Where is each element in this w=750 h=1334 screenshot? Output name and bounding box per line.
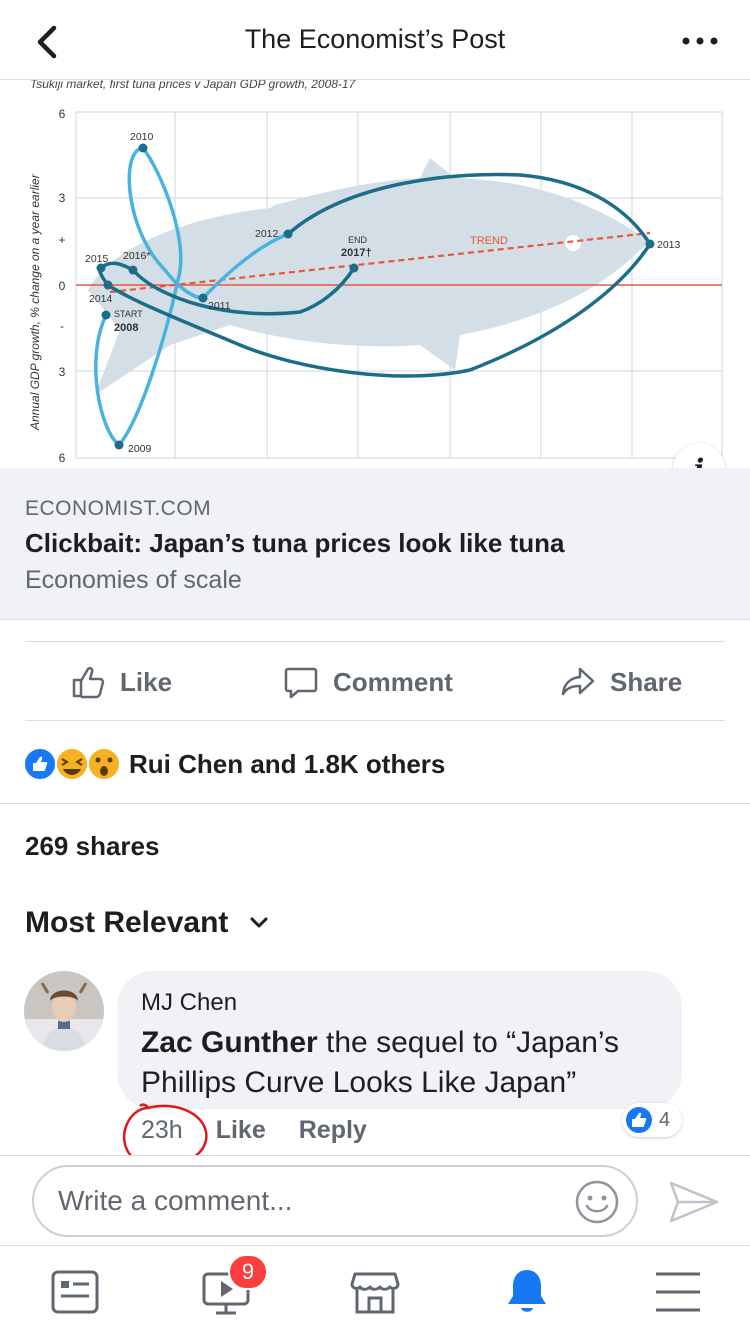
- marketplace-icon[interactable]: [345, 1264, 405, 1320]
- menu-icon[interactable]: [648, 1264, 708, 1320]
- y-tick: 6: [59, 451, 66, 465]
- send-icon[interactable]: [668, 1180, 720, 1224]
- emoji-icon[interactable]: [574, 1179, 620, 1225]
- link-subtitle: Economies of scale: [25, 566, 242, 594]
- share-arrow-icon: [561, 667, 595, 696]
- label-2011: 2011: [208, 300, 231, 312]
- post-actions: Like Comment Share: [25, 641, 725, 721]
- y-tick: +: [58, 233, 65, 247]
- news-feed-icon[interactable]: [45, 1264, 105, 1320]
- label-start: START: [114, 309, 143, 319]
- y-tick: 3: [59, 365, 66, 379]
- link-preview[interactable]: ECONOMIST.COM Clickbait: Japan’s tuna pr…: [0, 468, 750, 620]
- avatar[interactable]: [24, 971, 104, 1051]
- trend-label: TREND: [470, 235, 508, 247]
- comment-reply-button[interactable]: Reply: [299, 1116, 367, 1145]
- comment-input[interactable]: Write a comment...: [32, 1165, 638, 1237]
- label-2009: 2009: [128, 443, 152, 455]
- comment-icon: [284, 667, 318, 699]
- link-domain: ECONOMIST.COM: [25, 497, 212, 520]
- link-headline: Clickbait: Japan’s tuna prices look like…: [25, 528, 565, 558]
- comment-sort-dropdown[interactable]: Most Relevant: [25, 906, 268, 940]
- comment-placeholder: Write a comment...: [58, 1185, 293, 1216]
- label-2014: 2014: [89, 293, 113, 305]
- comment-button[interactable]: Comment: [283, 642, 453, 722]
- chart-caption: Tsukiji market, first tuna prices v Japa…: [30, 80, 357, 91]
- share-button[interactable]: Share: [560, 642, 682, 722]
- chevron-down-icon: [250, 917, 268, 928]
- comment-mention[interactable]: Zac Gunther: [141, 1026, 318, 1059]
- like-badge-icon: [626, 1107, 652, 1133]
- label-2010: 2010: [130, 131, 154, 143]
- post-header: The Economist’s Post: [0, 0, 750, 80]
- like-label: Like: [120, 666, 173, 697]
- label-2012: 2012: [255, 228, 279, 240]
- comment-text: Zac Gunther the sequel to “Japan’s Phill…: [141, 1023, 681, 1103]
- comment-label: Comment: [333, 666, 453, 697]
- y-tick: -: [60, 319, 64, 333]
- label-2008: 2008: [114, 322, 138, 334]
- share-label: Share: [610, 666, 683, 697]
- y-tick: 3: [59, 191, 66, 205]
- y-tick: 6: [59, 107, 66, 121]
- y-axis-label: Annual GDP growth, % change on a year ea…: [28, 173, 42, 431]
- label-2017: 2017†: [341, 247, 372, 259]
- notifications-bell-icon[interactable]: [497, 1264, 557, 1320]
- label-end: END: [348, 235, 368, 245]
- thumbs-up-icon: [72, 666, 105, 699]
- comment-composer: Write a comment...: [0, 1155, 750, 1245]
- tuna-gdp-chart: Tsukiji market, first tuna prices v Japa…: [28, 80, 723, 465]
- chart-image[interactable]: Tsukiji market, first tuna prices v Japa…: [0, 80, 750, 468]
- comment-author[interactable]: MJ Chen: [141, 989, 237, 1017]
- label-2013: 2013: [657, 239, 681, 251]
- more-options-icon[interactable]: [680, 26, 720, 56]
- shares-count[interactable]: 269 shares: [25, 831, 159, 862]
- reaction-icons: [24, 747, 121, 781]
- sort-label: Most Relevant: [25, 906, 229, 939]
- comment-like-count[interactable]: 4: [622, 1103, 682, 1137]
- like-button[interactable]: Like: [70, 642, 172, 722]
- tuna-silhouette: [88, 158, 652, 395]
- reactions-summary[interactable]: Rui Chen and 1.8K others: [129, 749, 445, 780]
- comment-like-button[interactable]: Like: [216, 1116, 266, 1145]
- page-title: The Economist’s Post: [244, 24, 506, 54]
- label-2015: 2015: [85, 253, 109, 265]
- label-2016: 2016*: [123, 250, 150, 262]
- bottom-nav: [0, 1245, 750, 1334]
- comment-bubble[interactable]: MJ Chen Zac Gunther the sequel to “Japan…: [117, 971, 682, 1109]
- comment-like-number: 4: [659, 1108, 671, 1131]
- reactions-row[interactable]: Rui Chen and 1.8K others: [0, 722, 750, 804]
- y-tick: 0: [59, 279, 66, 293]
- video-notification-badge: 9: [228, 1254, 268, 1290]
